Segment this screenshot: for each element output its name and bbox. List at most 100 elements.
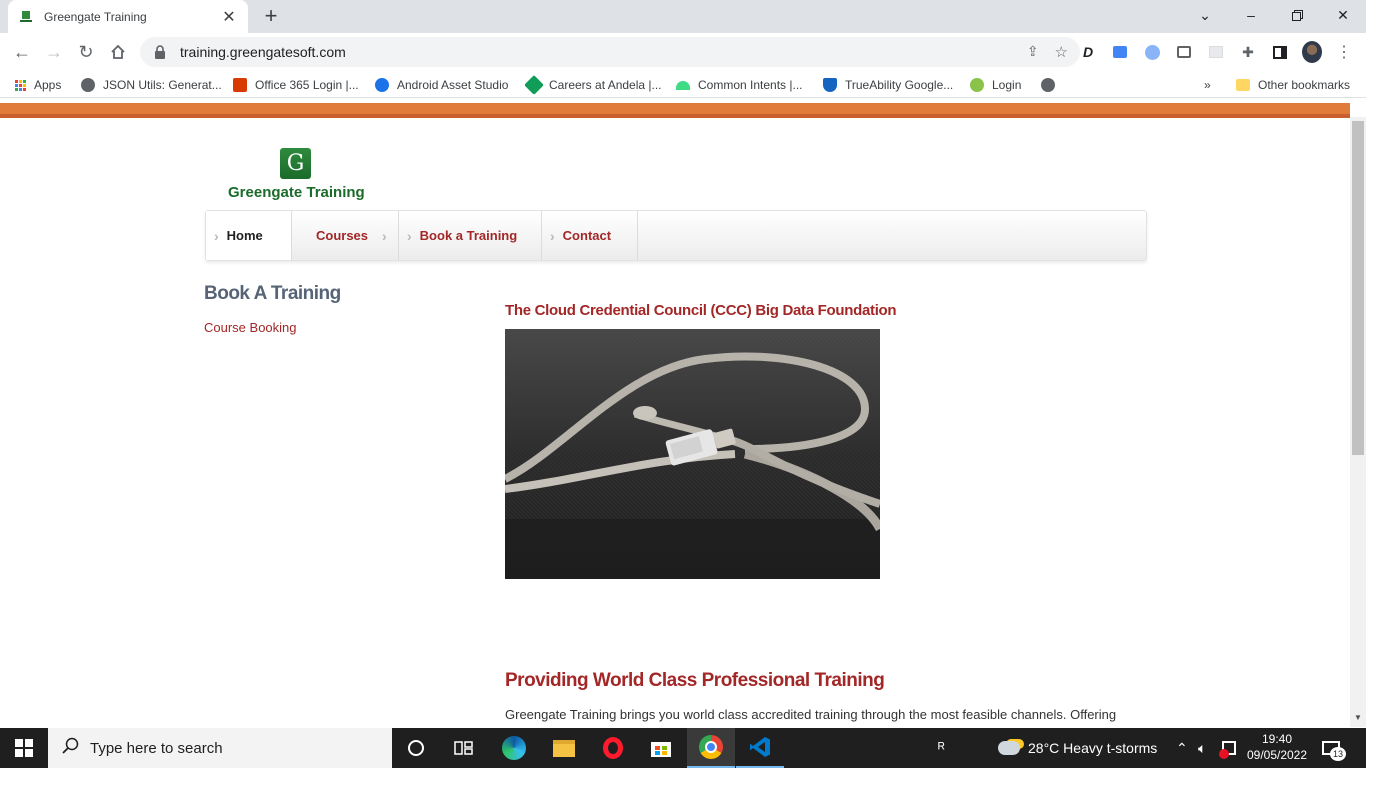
tab-close-icon[interactable]: ✕ <box>220 7 238 27</box>
bookmark-common-intents[interactable]: Common Intents |... <box>676 76 803 94</box>
top-accent-bar-shadow <box>0 114 1350 118</box>
microsoft-store-icon[interactable] <box>637 728 685 768</box>
course-booking-link[interactable]: Course Booking <box>204 320 297 335</box>
course-title-link[interactable]: The Cloud Credential Council (CCC) Big D… <box>505 302 897 319</box>
weather-widget[interactable]: 28°C Heavy t-storms <box>998 728 1157 768</box>
side-panel-icon[interactable] <box>1270 42 1290 62</box>
scrollbar-thumb[interactable] <box>1352 121 1364 455</box>
bookmark-globe[interactable] <box>1041 76 1063 94</box>
bookmarks-bar: Apps JSON Utils: Generat... Office 365 L… <box>0 71 1366 98</box>
andela-icon <box>524 75 544 95</box>
bookmark-label: Office 365 Login |... <box>255 78 359 92</box>
bookmark-label: Careers at Andela |... <box>549 78 662 92</box>
profile-avatar[interactable] <box>1302 41 1322 63</box>
start-button[interactable] <box>0 728 48 768</box>
bookmark-andela[interactable]: Careers at Andela |... <box>524 75 662 95</box>
nav-item-home[interactable]: › Home <box>206 211 292 260</box>
extension-blue-icon[interactable] <box>1110 42 1130 62</box>
other-bookmarks-folder[interactable]: Other bookmarks <box>1236 76 1350 94</box>
extension-grey-icon[interactable] <box>1206 42 1226 62</box>
task-view-icon[interactable] <box>440 728 488 768</box>
clock-date: 09/05/2022 <box>1246 748 1308 762</box>
search-icon <box>62 737 80 760</box>
site-favicon-icon <box>18 9 34 25</box>
clock-time: 19:40 <box>1261 732 1293 746</box>
bookmark-apps[interactable]: Apps <box>15 76 61 94</box>
extension-cast-icon[interactable] <box>1174 42 1194 62</box>
weather-text: 28°C Heavy t-storms <box>1028 740 1158 756</box>
reload-icon[interactable]: ↻ <box>74 40 98 64</box>
bookmark-label: Login <box>992 78 1022 92</box>
cortana-icon[interactable] <box>392 728 440 768</box>
globe-icon <box>1041 78 1055 92</box>
bookmark-trueability[interactable]: TrueAbility Google... <box>823 76 953 94</box>
address-bar[interactable]: training.greengatesoft.com ⇪ ☆ <box>140 37 1080 67</box>
hero-body-text: Greengate Training brings you world clas… <box>505 707 1117 722</box>
bookmark-label: TrueAbility Google... <box>845 78 954 92</box>
screen-bottom-margin <box>0 768 1400 789</box>
hero-title: Providing World Class Professional Train… <box>505 670 885 691</box>
bookmark-json-utils[interactable]: JSON Utils: Generat... <box>81 76 222 94</box>
nav-item-book-a-training[interactable]: › Book a Training <box>399 211 542 260</box>
network-badge-icon[interactable] <box>1219 728 1236 768</box>
globe-icon <box>81 78 95 92</box>
main-navigation: › Home Courses › › Book a Training › Con… <box>205 210 1147 261</box>
bookmark-login[interactable]: Login <box>970 76 1021 94</box>
people-icon[interactable]: ᴿ <box>938 728 945 768</box>
vscode-icon[interactable] <box>736 728 784 768</box>
more-bookmarks-label: » <box>1204 78 1211 92</box>
menu-kebab-icon[interactable]: ⋮ <box>1334 42 1354 62</box>
apps-grid-icon <box>15 79 26 91</box>
nav-label: Home <box>226 228 263 243</box>
opera-icon[interactable] <box>589 728 637 768</box>
tab-title: Greengate Training <box>44 9 147 24</box>
nav-label: Contact <box>562 228 612 243</box>
close-window-button[interactable]: ✕ <box>1320 0 1366 30</box>
bookmark-label: Other bookmarks <box>1258 78 1351 92</box>
nav-item-contact[interactable]: › Contact <box>542 211 638 260</box>
action-center-icon[interactable]: 13 <box>1322 728 1346 768</box>
chevron-right-icon: › <box>214 227 219 244</box>
windows-taskbar: Type here to search ᴿ 28°C Heavy t-storm… <box>0 728 1366 768</box>
home-icon[interactable] <box>106 40 130 64</box>
tab-search-icon[interactable]: ⌄ <box>1182 0 1228 30</box>
bookmark-android-asset-studio[interactable]: Android Asset Studio <box>375 76 508 94</box>
login-icon <box>970 78 984 92</box>
forward-icon[interactable]: → <box>42 40 66 64</box>
back-icon[interactable]: ← <box>10 40 34 64</box>
minimize-button[interactable]: – <box>1228 0 1274 30</box>
browser-toolbar: ← → ↻ training.greengatesoft.com ⇪ ☆ D ✚… <box>0 33 1366 71</box>
search-placeholder: Type here to search <box>90 739 223 757</box>
bookmark-office-365[interactable]: Office 365 Login |... <box>233 76 359 94</box>
file-explorer-icon[interactable] <box>540 728 588 768</box>
browser-tab[interactable]: Greengate Training ✕ <box>8 0 248 33</box>
ethernet-cable-image[interactable] <box>503 329 885 579</box>
bookmark-star-icon[interactable]: ☆ <box>1055 43 1068 61</box>
volume-icon[interactable]: 🔈︎ <box>1198 728 1206 768</box>
notification-count: 13 <box>1330 747 1346 761</box>
extension-circle-icon[interactable] <box>1142 42 1162 62</box>
share-icon[interactable]: ⇪ <box>1027 43 1039 61</box>
new-tab-button[interactable]: + <box>259 3 283 29</box>
folder-icon <box>1236 79 1250 91</box>
extensions-puzzle-icon[interactable]: ✚ <box>1238 42 1258 62</box>
more-bookmarks-button[interactable]: » <box>1204 76 1211 94</box>
restore-button[interactable] <box>1274 0 1320 30</box>
edge-icon[interactable] <box>490 728 538 768</box>
lock-icon <box>154 45 168 59</box>
bookmark-label: JSON Utils: Generat... <box>103 78 222 92</box>
chrome-taskbar-icon[interactable] <box>687 728 735 768</box>
taskbar-search-box[interactable]: Type here to search <box>48 728 392 768</box>
url-text: training.greengatesoft.com <box>180 44 346 60</box>
chevron-right-icon: › <box>550 227 555 244</box>
tray-chevron-up-icon[interactable]: ⌃ <box>1176 728 1188 768</box>
system-clock[interactable]: 19:40 09/05/2022 <box>1242 731 1312 763</box>
office-icon <box>233 78 247 92</box>
weather-cloud-icon <box>998 741 1020 755</box>
nav-item-courses[interactable]: Courses › <box>292 211 399 260</box>
page-scrollbar[interactable]: ▼ <box>1350 117 1366 727</box>
scroll-down-arrow-icon[interactable]: ▼ <box>1350 713 1366 722</box>
bookmark-label: Apps <box>34 78 62 92</box>
extension-d-icon[interactable]: D <box>1078 42 1098 62</box>
android-icon <box>676 80 690 90</box>
